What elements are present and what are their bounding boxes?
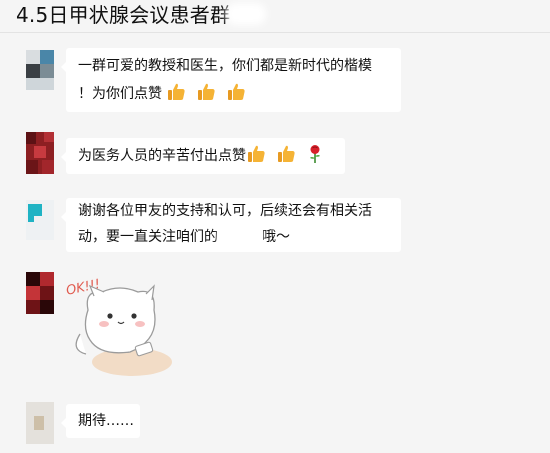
avatar[interactable] <box>26 132 54 174</box>
thumbs-up-icon <box>166 82 186 112</box>
redacted-text <box>218 229 262 243</box>
chat-header: 4.5日甲状腺会议患者群 <box>0 0 550 30</box>
message-text: ！为你们点赞 <box>78 86 162 102</box>
message-bubble[interactable]: 期待…… <box>61 404 140 438</box>
thumbs-up-icon <box>226 82 246 112</box>
message-text: 动，要一直关注咱们的 <box>78 229 218 245</box>
thumbs-up-icon <box>196 82 216 112</box>
thumbs-up-icon <box>276 144 296 174</box>
message-text: 期待…… <box>78 413 134 429</box>
thumbs-up-icon <box>246 144 266 174</box>
message-text: 一群可爱的教授和医生，你们都是新时代的楷模 <box>78 58 372 74</box>
header-divider <box>0 32 550 33</box>
message-bubble[interactable]: 为医务人员的辛苦付出点赞 <box>61 138 345 174</box>
rose-icon <box>306 144 324 174</box>
chat-title: 4.5日甲状腺会议患者群 <box>16 3 231 27</box>
sticker-cat-ok[interactable]: OK!!! <box>60 270 180 385</box>
message-text: 谢谢各位甲友的支持和认可，后续还会有相关活 <box>78 203 372 219</box>
message-text: 为医务人员的辛苦付出点赞 <box>78 148 246 164</box>
message-text: 哦～ <box>262 229 290 245</box>
avatar[interactable] <box>26 402 54 444</box>
message-bubble[interactable]: 一群可爱的教授和医生，你们都是新时代的楷模 ！为你们点赞 <box>61 48 401 112</box>
redacted-title-part <box>226 3 266 25</box>
avatar[interactable] <box>26 50 54 90</box>
avatar[interactable] <box>26 272 54 314</box>
avatar[interactable] <box>26 200 54 240</box>
message-bubble[interactable]: 谢谢各位甲友的支持和认可，后续还会有相关活 动，要一直关注咱们的 哦～ <box>61 198 401 252</box>
